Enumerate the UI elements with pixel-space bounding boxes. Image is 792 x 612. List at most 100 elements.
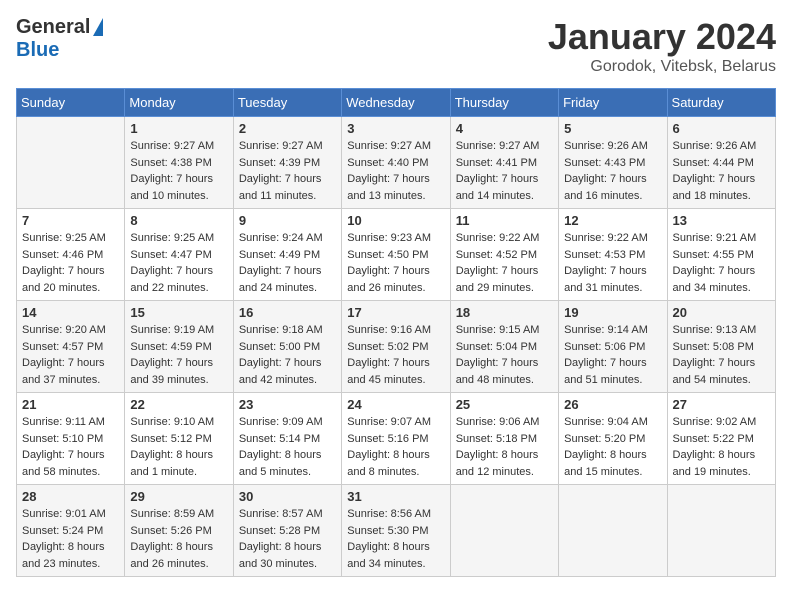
day-number: 21 bbox=[22, 397, 119, 412]
day-number: 29 bbox=[130, 489, 227, 504]
sunrise-text: Sunrise: 9:19 AM bbox=[130, 324, 214, 336]
calendar-cell: 10 Sunrise: 9:23 AM Sunset: 4:50 PM Dayl… bbox=[342, 209, 450, 301]
calendar-cell bbox=[450, 485, 558, 577]
daylight-text: Daylight: 7 hours and 16 minutes. bbox=[564, 173, 647, 202]
sunrise-text: Sunrise: 9:27 AM bbox=[130, 140, 214, 152]
sunset-text: Sunset: 4:49 PM bbox=[239, 249, 320, 261]
daylight-text: Daylight: 7 hours and 31 minutes. bbox=[564, 265, 647, 294]
calendar-cell: 12 Sunrise: 9:22 AM Sunset: 4:53 PM Dayl… bbox=[559, 209, 667, 301]
day-detail: Sunrise: 9:26 AM Sunset: 4:43 PM Dayligh… bbox=[564, 138, 661, 204]
day-number: 16 bbox=[239, 305, 336, 320]
sunset-text: Sunset: 5:12 PM bbox=[130, 433, 211, 445]
calendar-cell: 15 Sunrise: 9:19 AM Sunset: 4:59 PM Dayl… bbox=[125, 301, 233, 393]
sunset-text: Sunset: 5:08 PM bbox=[673, 341, 754, 353]
calendar-cell: 26 Sunrise: 9:04 AM Sunset: 5:20 PM Dayl… bbox=[559, 393, 667, 485]
sunrise-text: Sunrise: 9:10 AM bbox=[130, 416, 214, 428]
day-number: 23 bbox=[239, 397, 336, 412]
day-number: 25 bbox=[456, 397, 553, 412]
day-number: 31 bbox=[347, 489, 444, 504]
sunset-text: Sunset: 5:06 PM bbox=[564, 341, 645, 353]
sunrise-text: Sunrise: 9:09 AM bbox=[239, 416, 323, 428]
day-number: 17 bbox=[347, 305, 444, 320]
logo: General Blue bbox=[16, 16, 103, 62]
sunset-text: Sunset: 4:46 PM bbox=[22, 249, 103, 261]
daylight-text: Daylight: 8 hours and 19 minutes. bbox=[673, 449, 756, 478]
daylight-text: Daylight: 8 hours and 12 minutes. bbox=[456, 449, 539, 478]
weekday-monday: Monday bbox=[125, 89, 233, 117]
sunset-text: Sunset: 5:02 PM bbox=[347, 341, 428, 353]
day-detail: Sunrise: 9:27 AM Sunset: 4:41 PM Dayligh… bbox=[456, 138, 553, 204]
sunrise-text: Sunrise: 9:22 AM bbox=[456, 232, 540, 244]
daylight-text: Daylight: 7 hours and 58 minutes. bbox=[22, 449, 105, 478]
day-detail: Sunrise: 9:22 AM Sunset: 4:52 PM Dayligh… bbox=[456, 230, 553, 296]
weekday-header-row: SundayMondayTuesdayWednesdayThursdayFrid… bbox=[17, 89, 776, 117]
title-block: January 2024 Gorodok, Vitebsk, Belarus bbox=[548, 16, 776, 76]
day-detail: Sunrise: 9:09 AM Sunset: 5:14 PM Dayligh… bbox=[239, 414, 336, 480]
daylight-text: Daylight: 7 hours and 39 minutes. bbox=[130, 357, 213, 386]
calendar-cell: 16 Sunrise: 9:18 AM Sunset: 5:00 PM Dayl… bbox=[233, 301, 341, 393]
daylight-text: Daylight: 8 hours and 15 minutes. bbox=[564, 449, 647, 478]
daylight-text: Daylight: 7 hours and 42 minutes. bbox=[239, 357, 322, 386]
day-detail: Sunrise: 9:04 AM Sunset: 5:20 PM Dayligh… bbox=[564, 414, 661, 480]
calendar-cell: 27 Sunrise: 9:02 AM Sunset: 5:22 PM Dayl… bbox=[667, 393, 775, 485]
calendar-cell: 21 Sunrise: 9:11 AM Sunset: 5:10 PM Dayl… bbox=[17, 393, 125, 485]
calendar-cell bbox=[17, 117, 125, 209]
sunrise-text: Sunrise: 9:27 AM bbox=[239, 140, 323, 152]
calendar-cell: 6 Sunrise: 9:26 AM Sunset: 4:44 PM Dayli… bbox=[667, 117, 775, 209]
calendar-cell: 14 Sunrise: 9:20 AM Sunset: 4:57 PM Dayl… bbox=[17, 301, 125, 393]
day-detail: Sunrise: 8:57 AM Sunset: 5:28 PM Dayligh… bbox=[239, 506, 336, 572]
calendar-cell: 25 Sunrise: 9:06 AM Sunset: 5:18 PM Dayl… bbox=[450, 393, 558, 485]
calendar-cell: 24 Sunrise: 9:07 AM Sunset: 5:16 PM Dayl… bbox=[342, 393, 450, 485]
sunrise-text: Sunrise: 9:25 AM bbox=[130, 232, 214, 244]
day-number: 18 bbox=[456, 305, 553, 320]
sunset-text: Sunset: 4:55 PM bbox=[673, 249, 754, 261]
daylight-text: Daylight: 7 hours and 26 minutes. bbox=[347, 265, 430, 294]
daylight-text: Daylight: 7 hours and 48 minutes. bbox=[456, 357, 539, 386]
sunrise-text: Sunrise: 9:23 AM bbox=[347, 232, 431, 244]
sunset-text: Sunset: 5:16 PM bbox=[347, 433, 428, 445]
daylight-text: Daylight: 8 hours and 26 minutes. bbox=[130, 541, 213, 570]
calendar-cell: 9 Sunrise: 9:24 AM Sunset: 4:49 PM Dayli… bbox=[233, 209, 341, 301]
daylight-text: Daylight: 8 hours and 23 minutes. bbox=[22, 541, 105, 570]
day-number: 20 bbox=[673, 305, 770, 320]
sunset-text: Sunset: 4:44 PM bbox=[673, 157, 754, 169]
sunset-text: Sunset: 5:00 PM bbox=[239, 341, 320, 353]
sunset-text: Sunset: 4:52 PM bbox=[456, 249, 537, 261]
calendar-cell: 8 Sunrise: 9:25 AM Sunset: 4:47 PM Dayli… bbox=[125, 209, 233, 301]
sunrise-text: Sunrise: 9:01 AM bbox=[22, 508, 106, 520]
daylight-text: Daylight: 7 hours and 37 minutes. bbox=[22, 357, 105, 386]
calendar-cell: 22 Sunrise: 9:10 AM Sunset: 5:12 PM Dayl… bbox=[125, 393, 233, 485]
daylight-text: Daylight: 7 hours and 22 minutes. bbox=[130, 265, 213, 294]
daylight-text: Daylight: 7 hours and 11 minutes. bbox=[239, 173, 322, 202]
day-detail: Sunrise: 9:27 AM Sunset: 4:39 PM Dayligh… bbox=[239, 138, 336, 204]
day-number: 11 bbox=[456, 213, 553, 228]
daylight-text: Daylight: 7 hours and 45 minutes. bbox=[347, 357, 430, 386]
day-number: 14 bbox=[22, 305, 119, 320]
day-detail: Sunrise: 9:25 AM Sunset: 4:46 PM Dayligh… bbox=[22, 230, 119, 296]
calendar-cell: 19 Sunrise: 9:14 AM Sunset: 5:06 PM Dayl… bbox=[559, 301, 667, 393]
sunrise-text: Sunrise: 9:27 AM bbox=[347, 140, 431, 152]
sunset-text: Sunset: 5:04 PM bbox=[456, 341, 537, 353]
sunset-text: Sunset: 4:40 PM bbox=[347, 157, 428, 169]
day-number: 4 bbox=[456, 121, 553, 136]
daylight-text: Daylight: 8 hours and 30 minutes. bbox=[239, 541, 322, 570]
weekday-wednesday: Wednesday bbox=[342, 89, 450, 117]
sunset-text: Sunset: 5:24 PM bbox=[22, 525, 103, 537]
day-number: 5 bbox=[564, 121, 661, 136]
day-detail: Sunrise: 9:25 AM Sunset: 4:47 PM Dayligh… bbox=[130, 230, 227, 296]
day-number: 26 bbox=[564, 397, 661, 412]
calendar-cell: 4 Sunrise: 9:27 AM Sunset: 4:41 PM Dayli… bbox=[450, 117, 558, 209]
day-detail: Sunrise: 9:27 AM Sunset: 4:38 PM Dayligh… bbox=[130, 138, 227, 204]
day-detail: Sunrise: 9:07 AM Sunset: 5:16 PM Dayligh… bbox=[347, 414, 444, 480]
daylight-text: Daylight: 8 hours and 34 minutes. bbox=[347, 541, 430, 570]
sunset-text: Sunset: 5:20 PM bbox=[564, 433, 645, 445]
calendar-cell: 17 Sunrise: 9:16 AM Sunset: 5:02 PM Dayl… bbox=[342, 301, 450, 393]
day-number: 12 bbox=[564, 213, 661, 228]
daylight-text: Daylight: 7 hours and 54 minutes. bbox=[673, 357, 756, 386]
calendar-cell: 28 Sunrise: 9:01 AM Sunset: 5:24 PM Dayl… bbox=[17, 485, 125, 577]
day-detail: Sunrise: 9:13 AM Sunset: 5:08 PM Dayligh… bbox=[673, 322, 770, 388]
calendar-cell: 3 Sunrise: 9:27 AM Sunset: 4:40 PM Dayli… bbox=[342, 117, 450, 209]
day-number: 6 bbox=[673, 121, 770, 136]
day-detail: Sunrise: 9:11 AM Sunset: 5:10 PM Dayligh… bbox=[22, 414, 119, 480]
calendar-cell: 29 Sunrise: 8:59 AM Sunset: 5:26 PM Dayl… bbox=[125, 485, 233, 577]
